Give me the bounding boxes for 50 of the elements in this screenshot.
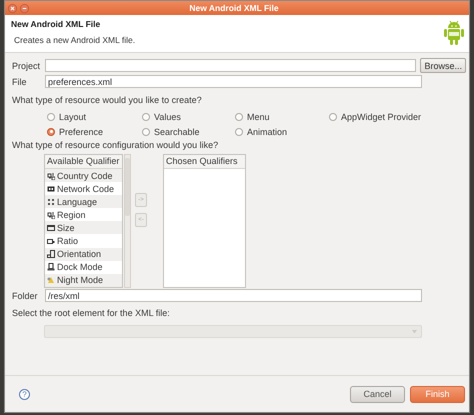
radio-button[interactable]	[142, 128, 150, 136]
radio-button[interactable]	[235, 112, 243, 120]
radio-button[interactable]	[142, 112, 150, 120]
radio-label: Values	[154, 112, 181, 122]
window-title: New Android XML File	[188, 3, 280, 13]
qualifier-icon	[47, 237, 55, 246]
help-icon[interactable]: ?	[19, 388, 30, 400]
qualifier-item[interactable]: Network Code	[57, 184, 114, 194]
qualifier-icon	[47, 224, 55, 232]
field-label: Folder	[12, 290, 39, 300]
browse-button[interactable]: Browse...	[420, 58, 466, 73]
page-title: New Android XML File	[11, 19, 102, 29]
qualifier-icon	[47, 276, 55, 284]
question-label: What type of resource configuration would you like?	[12, 140, 220, 151]
list-header: Chosen Qualifiers	[164, 155, 245, 169]
qualifier-icon	[47, 250, 55, 258]
radio-button[interactable]	[329, 112, 337, 120]
project-field[interactable]	[44, 59, 416, 72]
minimize-icon[interactable]	[20, 4, 29, 12]
radio-label: AppWidget Provider	[341, 112, 422, 122]
qualifier-icon	[47, 184, 55, 193]
close-icon[interactable]	[8, 4, 17, 12]
radio-label: Searchable	[154, 126, 200, 136]
qualifier-icon	[47, 263, 55, 272]
qualifier-item[interactable]: Ratio	[57, 236, 78, 246]
question-label: What type of resource would you like to create?	[12, 95, 203, 106]
field-label: Project	[12, 60, 41, 70]
radio-label: Preference	[59, 126, 104, 136]
qualifier-item[interactable]: Size	[57, 222, 75, 233]
root-element-label: Select the root element for the XML file:	[12, 308, 171, 319]
qualifier-item[interactable]: Dock Mode	[57, 262, 103, 272]
qualifier-list[interactable]: Available Qualifier Country Code Network Code Language Region Size Ratio Orientation Dock Mode Night Mode	[44, 154, 123, 288]
qualifier-icon	[47, 210, 55, 219]
radio-button[interactable]	[47, 112, 55, 120]
qualifier-item[interactable]: Region	[57, 210, 86, 220]
chosen-list[interactable]: Chosen Qualifiers	[163, 154, 246, 288]
radio-label: Layout	[59, 112, 86, 122]
cancel-button[interactable]: Cancel	[350, 386, 405, 402]
field-label: File	[12, 76, 28, 86]
qualifier-icon	[47, 172, 55, 180]
folder-field[interactable]: /res/xml	[45, 289, 422, 302]
page-description: Creates a new Android XML file.	[14, 35, 136, 45]
scrollbar[interactable]	[124, 154, 131, 288]
radio-label: Menu	[247, 112, 270, 122]
radio-button[interactable]	[47, 128, 55, 136]
list-header: Available Qualifier	[45, 155, 122, 169]
radio-button[interactable]	[235, 128, 243, 136]
radio-label: Animation	[247, 126, 288, 136]
file-field[interactable]: preferences.xml	[45, 75, 422, 88]
qualifier-icon	[47, 198, 55, 206]
